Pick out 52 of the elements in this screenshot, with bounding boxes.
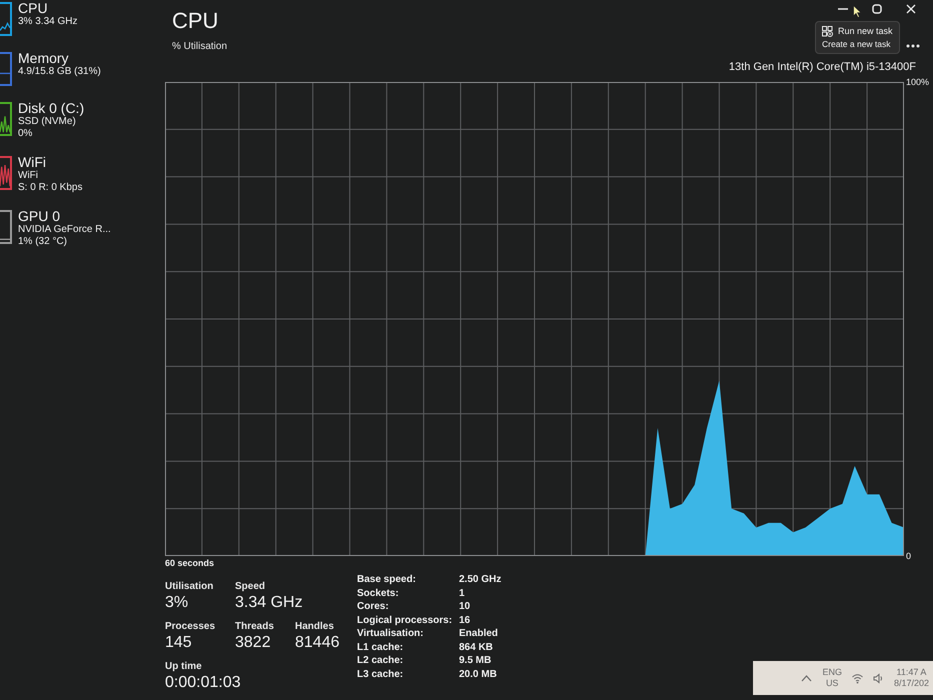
processor-name: 13th Gen Intel(R) Core(TM) i5-13400F <box>728 61 917 74</box>
detail-value: Enabled <box>459 628 498 640</box>
more-icon <box>906 44 920 48</box>
axis-title: 60 seconds <box>165 558 214 568</box>
detail-value: 1 <box>459 588 465 600</box>
sidebar-item[interactable]: GPU 0 NVIDIA GeForce R... 1% (32 °C) <box>0 208 111 248</box>
detail-value: 16 <box>459 614 470 627</box>
cursor-icon <box>853 5 862 18</box>
stat-value: 3822 <box>235 633 272 653</box>
stat-label: Threads <box>235 620 274 633</box>
stat-label: Processes <box>165 620 216 633</box>
close-icon <box>906 4 916 14</box>
stat-label: Up time <box>165 660 203 673</box>
speaker-icon[interactable] <box>872 672 884 684</box>
detail-value: 10 <box>459 601 470 614</box>
stat-value: 3.34 GHz <box>235 593 303 613</box>
detail-value: 2.50 GHz <box>459 574 502 586</box>
detail-label: Logical processors: <box>357 614 452 627</box>
stat-label: Speed <box>235 580 266 593</box>
detail-value: 20.0 MB <box>459 668 497 681</box>
stat-label: Utilisation <box>165 580 214 593</box>
clock[interactable]: 11:47 A 8/17/202 <box>894 667 929 689</box>
detail-label: Sockets: <box>357 588 399 600</box>
sidebar-item[interactable]: WiFi WiFi S: 0 R: 0 Kbps <box>0 154 82 194</box>
stat-value: 0:00:01:03 <box>165 673 241 693</box>
detail-value: 864 KB <box>459 642 493 654</box>
sidebar-item[interactable]: Memory 4.9/15.8 GB (31%) <box>0 50 101 86</box>
detail-label: Cores: <box>357 601 389 614</box>
sidebar-item[interactable]: CPU 3% 3.34 GHz <box>0 0 78 36</box>
page-title: CPU <box>172 8 218 34</box>
axis-label: 0 <box>906 550 912 562</box>
tooltip-title: Run new task <box>838 26 893 37</box>
detail-label: L2 cache: <box>357 655 404 668</box>
grid-plus-icon <box>822 26 833 37</box>
detail-label: L1 cache: <box>357 642 404 654</box>
axis-label: 100% <box>906 76 930 88</box>
chevron-up-icon[interactable] <box>801 672 812 684</box>
stat-value: 81446 <box>295 633 340 653</box>
stat-label: Handles <box>295 620 335 633</box>
detail-label: Base speed: <box>357 574 416 586</box>
tooltip-text: Create a new task <box>822 39 892 49</box>
detail-label: L3 cache: <box>357 668 404 681</box>
wifi-icon[interactable] <box>852 672 863 684</box>
sidebar-item[interactable]: Disk 0 (C:) SSD (NVMe) 0% <box>0 100 84 140</box>
maximize-icon <box>872 4 882 14</box>
stat-value: 3% <box>165 593 190 613</box>
stat-value: 145 <box>165 633 193 653</box>
more-options-button[interactable] <box>904 42 922 50</box>
detail-label: Virtualisation: <box>357 628 424 640</box>
input-language-button[interactable]: ENG US <box>822 667 842 689</box>
axis-title: % Utilisation <box>171 40 228 52</box>
detail-value: 9.5 MB <box>459 655 492 668</box>
